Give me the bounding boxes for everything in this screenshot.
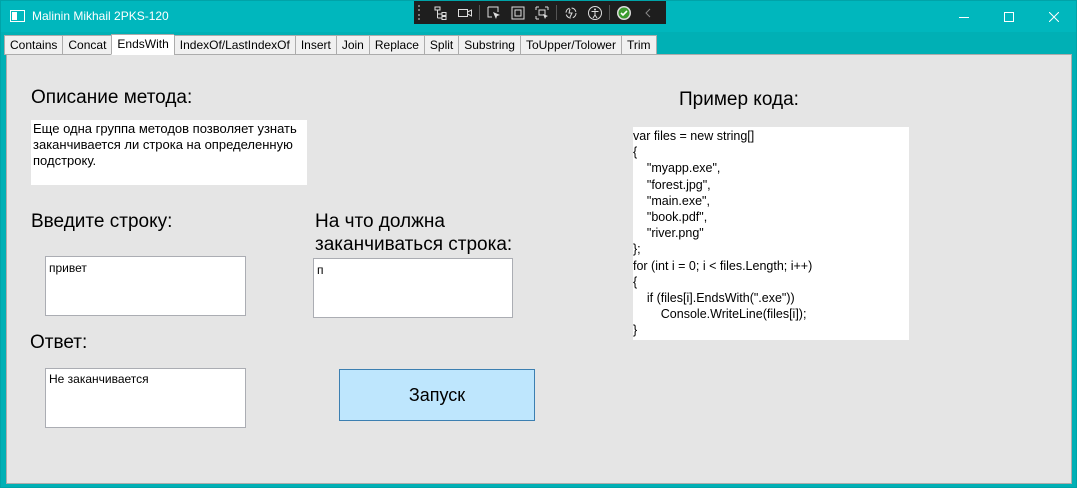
minimize-icon	[959, 16, 969, 18]
tab-join[interactable]: Join	[335, 35, 369, 55]
code-example: var files = new string[] { "myapp.exe", …	[633, 127, 909, 340]
app-window: Malinin Mikhail 2PKS-120 Contains Concat…	[0, 0, 1077, 488]
checkmark-ok-icon[interactable]	[612, 1, 636, 24]
description-text: Еще одна группа методов позволяет узнать…	[31, 120, 307, 185]
display-layout-adorners-icon[interactable]	[506, 1, 530, 24]
app-icon	[10, 10, 25, 22]
window-title: Malinin Mikhail 2PKS-120	[32, 9, 169, 23]
live-visual-tree-icon[interactable]	[429, 1, 453, 24]
suffix-field[interactable]: п	[313, 258, 513, 318]
collapse-chevron-icon[interactable]	[636, 1, 660, 24]
tab-toupper-tolower[interactable]: ToUpper/Tolower	[519, 35, 621, 55]
input-string-field[interactable]: привет	[45, 256, 246, 316]
answer-field[interactable]: Не заканчивается	[45, 368, 246, 428]
close-icon	[1049, 11, 1059, 22]
record-icon[interactable]	[453, 1, 477, 24]
run-button[interactable]: Запуск	[339, 369, 535, 421]
tab-contains[interactable]: Contains	[4, 35, 63, 55]
debug-toolbar	[414, 1, 666, 24]
title-bar[interactable]: Malinin Mikhail 2PKS-120	[1, 1, 1076, 32]
code-example-heading: Пример кода:	[679, 89, 799, 110]
close-button[interactable]	[1031, 1, 1077, 32]
hot-reload-icon[interactable]	[559, 1, 583, 24]
answer-label: Ответ:	[30, 332, 88, 353]
select-element-icon[interactable]	[482, 1, 506, 24]
tab-concat[interactable]: Concat	[62, 35, 112, 55]
tab-insert[interactable]: Insert	[294, 35, 336, 55]
accessibility-icon[interactable]	[583, 1, 607, 24]
input-string-label: Введите строку:	[31, 211, 173, 232]
tab-replace[interactable]: Replace	[368, 35, 424, 55]
tab-substring[interactable]: Substring	[458, 35, 520, 55]
toolbar-grip-icon[interactable]	[418, 5, 422, 20]
suffix-label: На что должна заканчиваться строка:	[315, 211, 513, 255]
minimize-button[interactable]	[941, 1, 987, 32]
maximize-button[interactable]	[986, 1, 1032, 32]
track-focus-icon[interactable]	[530, 1, 554, 24]
maximize-icon	[1004, 11, 1014, 22]
tab-trim[interactable]: Trim	[620, 35, 657, 55]
tab-endswith[interactable]: EndsWith	[111, 34, 174, 55]
description-heading: Описание метода:	[31, 87, 193, 108]
tab-indexof[interactable]: IndexOf/LastIndexOf	[173, 35, 295, 55]
tab-split[interactable]: Split	[423, 35, 459, 55]
tab-strip: Contains Concat EndsWith IndexOf/LastInd…	[4, 34, 657, 55]
